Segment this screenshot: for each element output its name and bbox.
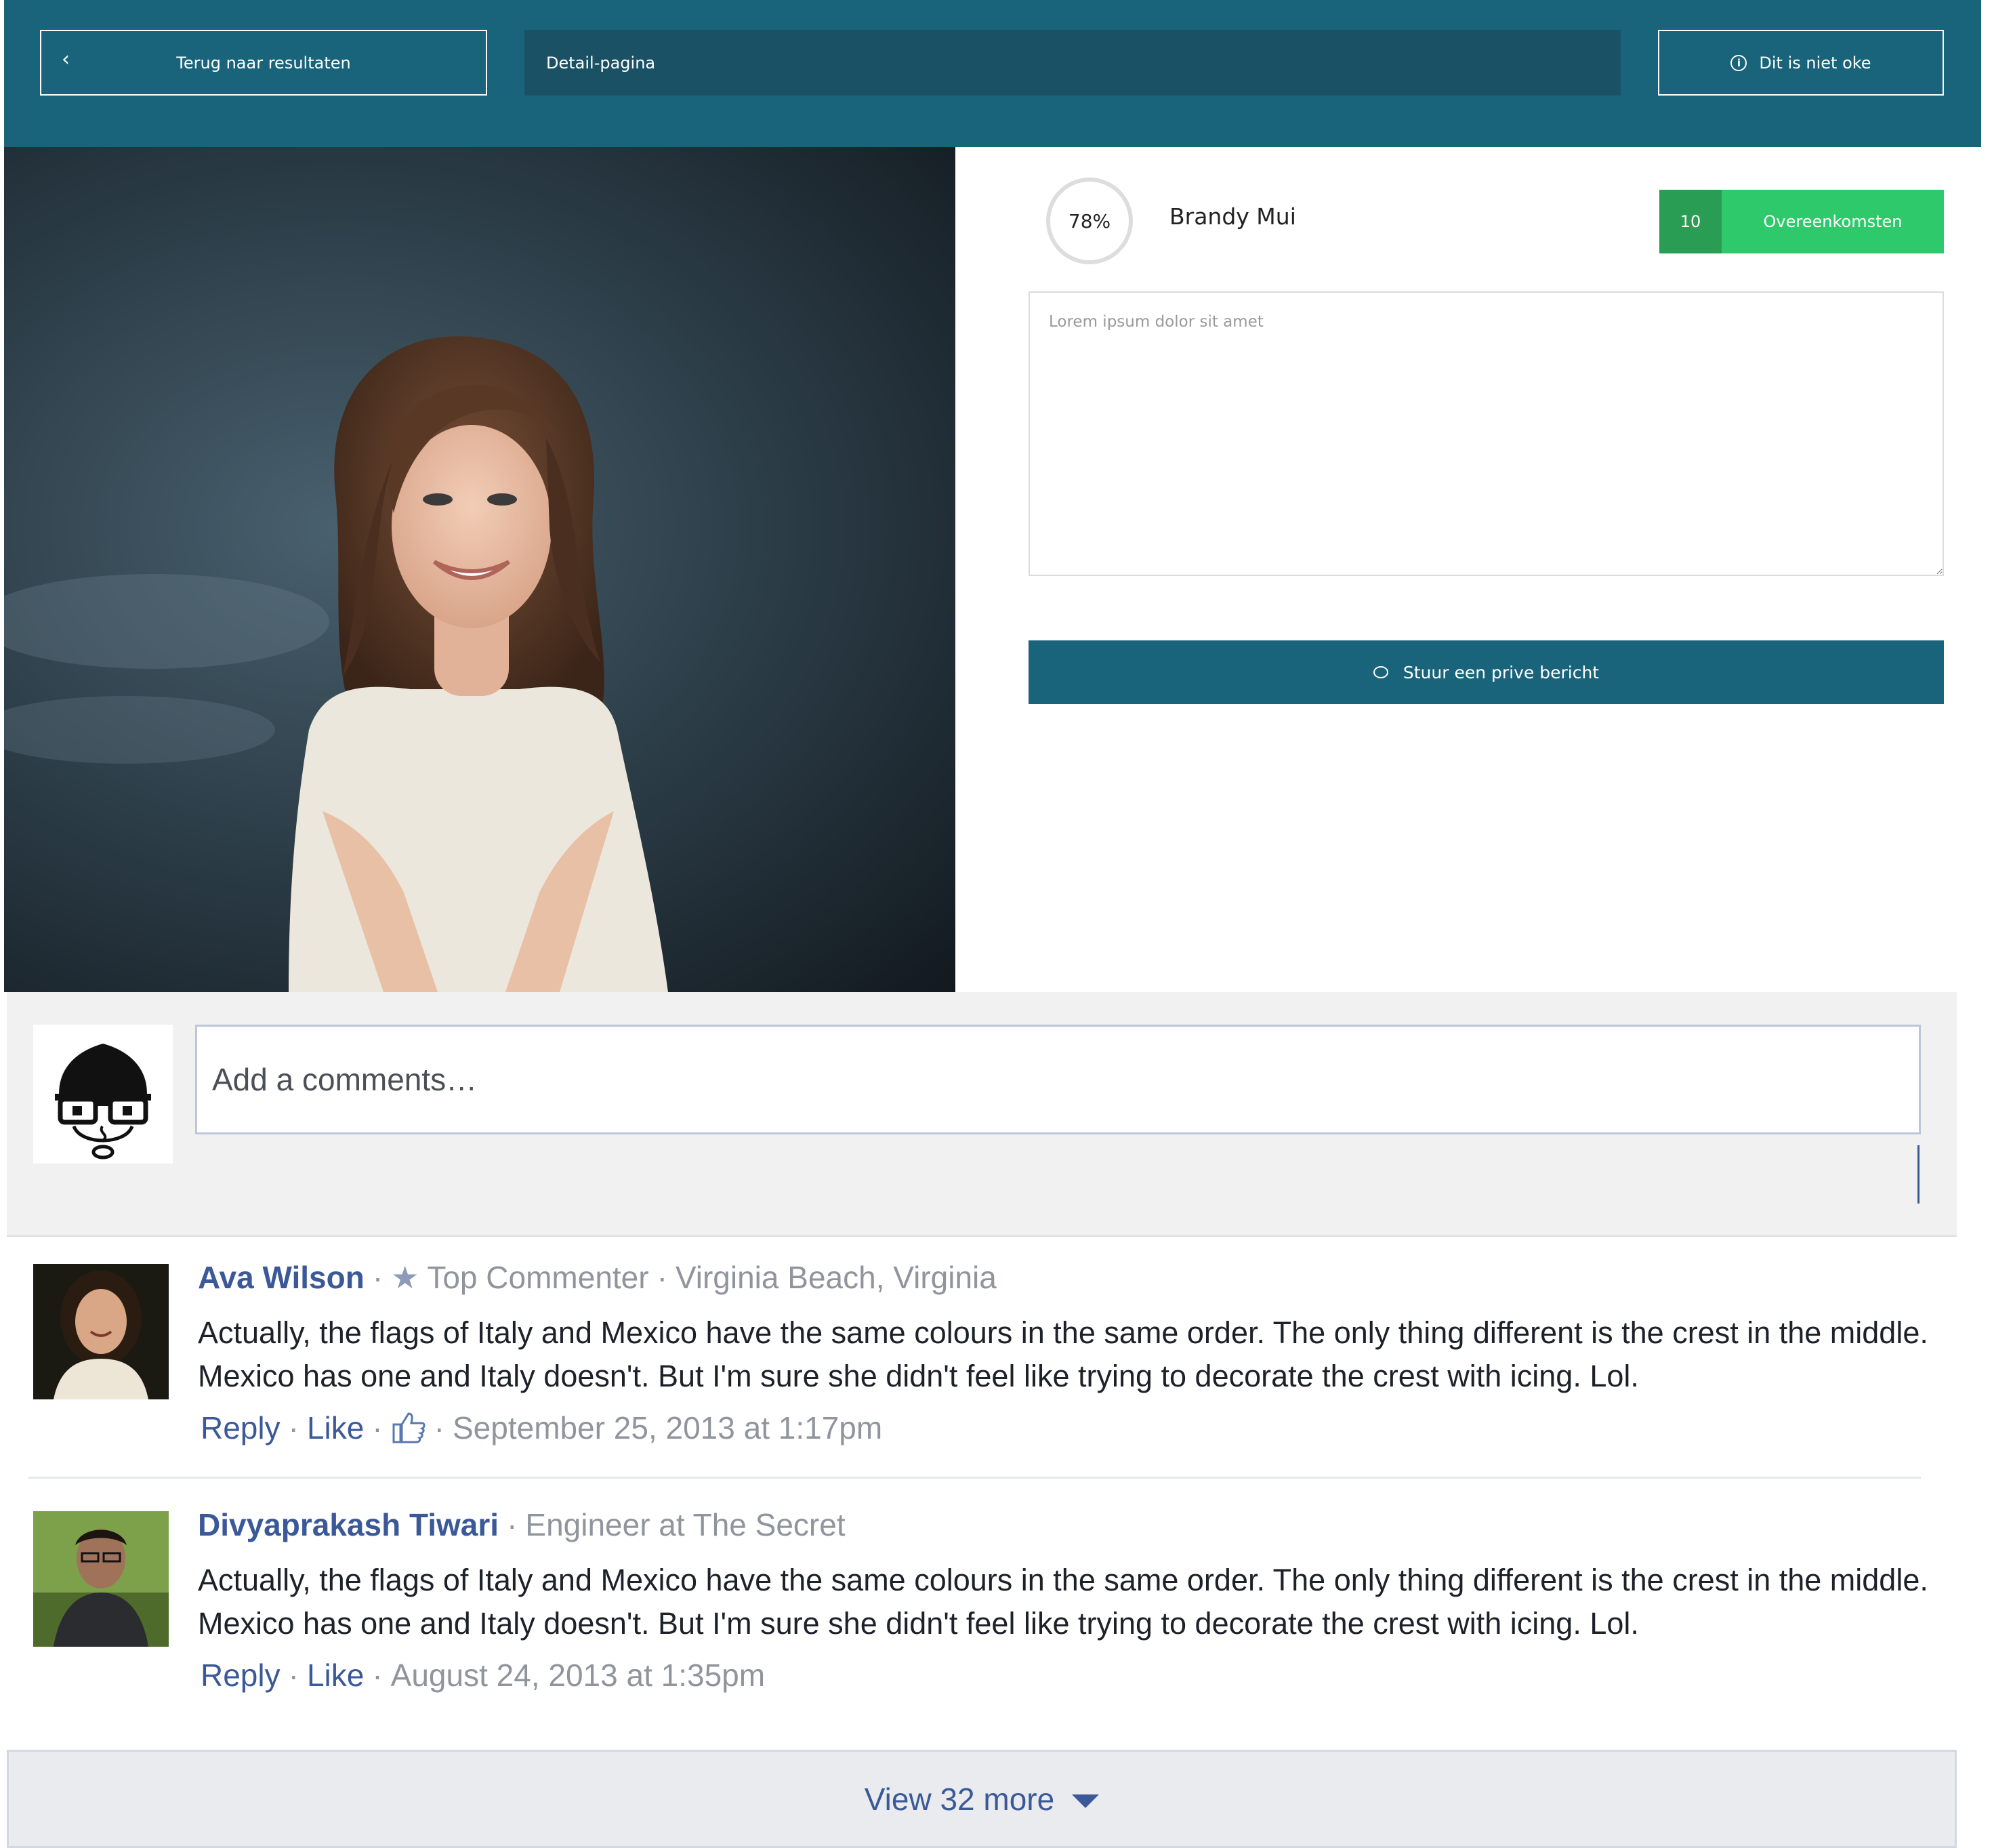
- comment-actions: Reply · Like · · September 25, 2013 at 1:1…: [201, 1410, 883, 1446]
- comment-author[interactable]: Ava Wilson: [198, 1260, 365, 1295]
- like-link[interactable]: Like: [307, 1657, 364, 1693]
- comment-author[interactable]: Divyaprakash Tiwari: [198, 1507, 499, 1542]
- send-private-message-button[interactable]: Stuur een prive bericht: [1029, 640, 1944, 704]
- comment-timestamp[interactable]: September 25, 2013 at 1:17pm: [453, 1410, 882, 1446]
- match-score-ring: 78%: [1046, 178, 1133, 264]
- commenter-badge: Top Commenter: [427, 1260, 649, 1295]
- composer-resize-handle[interactable]: [1917, 1145, 1920, 1204]
- report-button-label: Dit is niet oke: [1759, 53, 1871, 73]
- comment-text: Actually, the flags of Italy and Mexico …: [198, 1563, 1928, 1641]
- comment-header: Divyaprakash Tiwari · Engineer at The Secr…: [198, 1507, 846, 1542]
- commenter-avatar[interactable]: [33, 1511, 169, 1647]
- match-count-badge[interactable]: 10: [1659, 190, 1722, 253]
- reply-link[interactable]: Reply: [201, 1410, 281, 1446]
- comment-divider: [28, 1477, 1921, 1479]
- commenter-subtitle: Engineer at The Secret: [525, 1507, 846, 1542]
- back-button-label: Terug naar resultaten: [176, 53, 351, 73]
- commenter-avatar[interactable]: [33, 1264, 169, 1399]
- info-icon: i: [1730, 54, 1747, 71]
- send-button-label: Stuur een prive bericht: [1403, 662, 1600, 682]
- chevron-left-icon: ‹: [62, 47, 70, 71]
- commenter-location: Virginia Beach, Virginia: [675, 1260, 997, 1295]
- profile-photo: [4, 147, 955, 992]
- view-more-comments-button[interactable]: View 32 more: [7, 1750, 1957, 1848]
- breadcrumb-label: Detail-pagina: [546, 53, 656, 73]
- reply-link[interactable]: Reply: [201, 1657, 281, 1693]
- speech-bubble-icon: [1373, 666, 1388, 678]
- back-to-results-button[interactable]: ‹ Terug naar resultaten: [40, 30, 487, 96]
- comment-actions: Reply · Like · August 24, 2013 at 1:35pm: [201, 1657, 766, 1693]
- star-icon: ★: [391, 1260, 419, 1295]
- like-link[interactable]: Like: [307, 1410, 364, 1446]
- comment-timestamp[interactable]: August 24, 2013 at 1:35pm: [391, 1657, 765, 1693]
- breadcrumb: Detail-pagina: [524, 30, 1621, 96]
- caret-down-icon: [1072, 1794, 1100, 1808]
- private-message-textarea[interactable]: [1029, 291, 1944, 576]
- comment-header: Ava Wilson · ★ Top Commenter · Virginia Beac…: [198, 1260, 997, 1295]
- comment-text: Actually, the flags of Italy and Mexico …: [198, 1315, 1928, 1393]
- thumbs-up-icon[interactable]: [391, 1411, 426, 1445]
- profile-name: Brandy Mui: [1169, 203, 1296, 230]
- current-user-avatar: [33, 1025, 173, 1164]
- view-more-label: View 32 more: [864, 1781, 1055, 1817]
- match-score-value: 78%: [1068, 209, 1111, 232]
- add-comment-input[interactable]: [195, 1025, 1921, 1134]
- matches-button[interactable]: Overeenkomsten: [1722, 190, 1944, 253]
- report-button[interactable]: i Dit is niet oke: [1658, 30, 1944, 96]
